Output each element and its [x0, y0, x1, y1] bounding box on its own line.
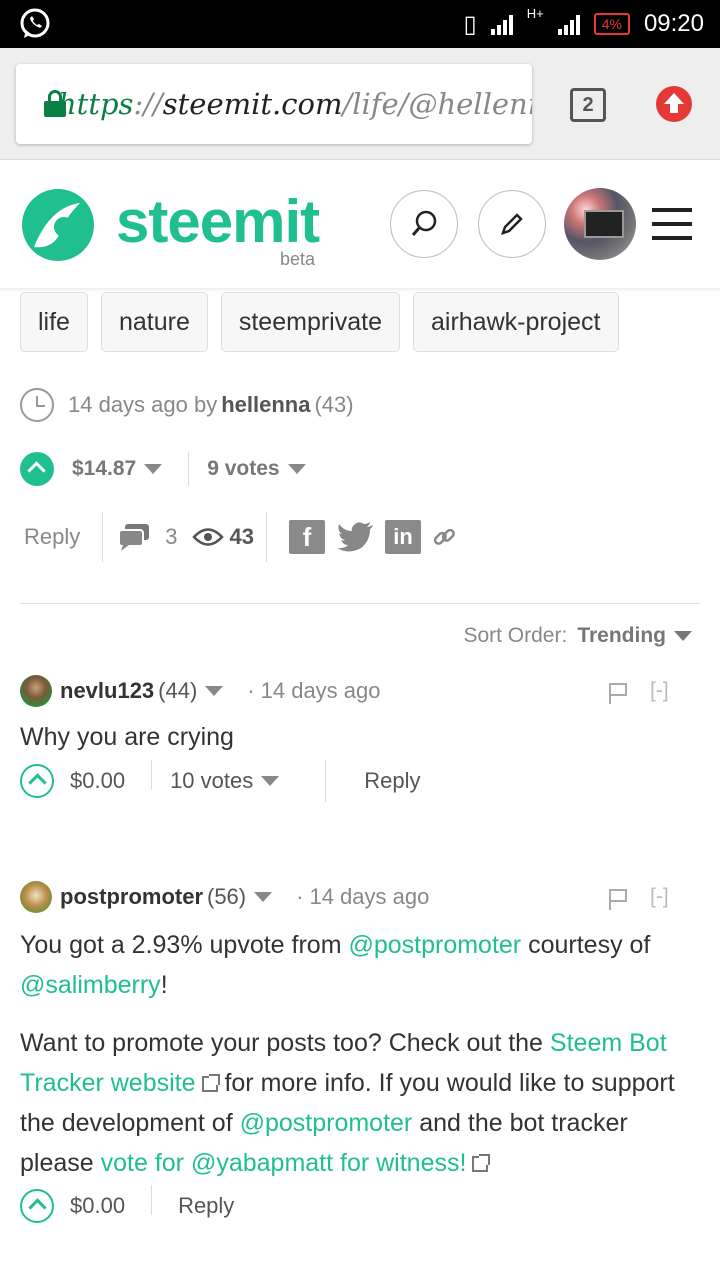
network-type: H+	[526, 6, 544, 21]
post-author[interactable]: hellenna	[221, 392, 310, 418]
post-divider	[20, 603, 700, 604]
votes-dropdown-icon[interactable]	[261, 776, 280, 786]
post-actions: Reply 3 43 f in	[24, 512, 457, 562]
steemit-logo-icon[interactable]	[20, 187, 96, 263]
upvote-icon[interactable]	[20, 1189, 54, 1223]
comment-header: postpromoter (56) · 14 days ago	[20, 881, 429, 913]
comments-icon[interactable]	[117, 522, 151, 552]
signal-icon	[490, 13, 513, 35]
comment-paragraph-2: Want to promote your posts too? Check ou…	[20, 1029, 675, 1177]
collapse-button[interactable]: [-]	[650, 679, 669, 703]
external-link-icon	[472, 1154, 491, 1173]
upload-icon[interactable]	[656, 86, 692, 122]
comment-author[interactable]: nevlu123	[60, 678, 154, 704]
site-header: steemit beta	[0, 161, 720, 288]
address-bar[interactable]: https://steemit.com/life/@hellenn	[16, 64, 532, 144]
flag-icon[interactable]	[608, 682, 628, 704]
upvote-icon[interactable]	[20, 764, 54, 798]
comment-author-rep: (56)	[207, 884, 247, 909]
mention-link[interactable]: @postpromoter	[348, 931, 521, 959]
comment-reply-button[interactable]: Reply	[364, 768, 420, 794]
tag-airhawk-project[interactable]: airhawk-project	[412, 292, 619, 352]
reply-button[interactable]: Reply	[24, 524, 80, 550]
mention-link[interactable]: @postpromoter	[240, 1109, 413, 1137]
whatsapp-icon	[20, 8, 50, 38]
commenter-avatar[interactable]	[20, 675, 52, 707]
witness-vote-link[interactable]: vote for @yabapmatt for witness!	[101, 1149, 467, 1177]
search-button[interactable]	[390, 190, 458, 258]
comment-footer: $0.00 Reply	[20, 1185, 234, 1227]
battery-indicator: 4%	[593, 13, 630, 35]
comment-time-dot: ·	[296, 884, 304, 909]
eye-icon	[191, 528, 224, 546]
user-avatar[interactable]	[564, 188, 636, 260]
sort-value[interactable]: Trending	[577, 624, 666, 648]
twitter-icon[interactable]	[336, 521, 375, 553]
collapse-button[interactable]: [-]	[650, 885, 669, 909]
comment-payout[interactable]: $0.00	[70, 768, 125, 794]
author-dropdown-icon[interactable]	[254, 892, 273, 902]
votes-dropdown-icon[interactable]	[287, 464, 306, 474]
vibrate-icon: ▯	[463, 10, 477, 38]
comment-author[interactable]: postpromoter	[60, 884, 203, 910]
comment-footer: $0.00 10 votes Reply	[20, 760, 420, 802]
comment-count: 3	[165, 524, 178, 549]
author-reputation: (43)	[314, 392, 354, 417]
tag-nature[interactable]: nature	[100, 292, 208, 352]
tab-switcher-button[interactable]: 2	[570, 88, 606, 122]
comment-author-rep: (44)	[158, 678, 198, 703]
beta-label: beta	[280, 249, 316, 269]
external-link-icon	[201, 1074, 220, 1093]
comment-reply-button[interactable]: Reply	[178, 1193, 234, 1219]
flag-icon[interactable]	[608, 888, 628, 910]
comment-payout[interactable]: $0.00	[70, 1193, 125, 1219]
pencil-icon	[501, 213, 523, 235]
comment-header: nevlu123 (44) · 14 days ago	[20, 675, 381, 707]
payout-dropdown-icon[interactable]	[144, 464, 163, 474]
linkedin-icon[interactable]: in	[384, 520, 421, 554]
signal-icon-2	[557, 13, 580, 35]
mention-link[interactable]: @salimberry	[20, 971, 161, 999]
tag-life[interactable]: life	[20, 292, 88, 352]
post-time: 14 days ago by	[68, 392, 218, 417]
sort-dropdown-icon[interactable]	[674, 631, 692, 641]
comment-votes[interactable]: 10 votes	[170, 768, 253, 794]
write-post-button[interactable]	[478, 190, 546, 258]
view-count: 43	[229, 524, 254, 549]
url-text[interactable]: https://steemit.com/life/@hellenn	[58, 87, 532, 121]
link-icon[interactable]	[431, 524, 457, 550]
clock-time: 09:20	[643, 10, 704, 37]
comment-body: Why you are crying	[20, 723, 234, 751]
post-payout[interactable]: $14.87	[72, 457, 136, 481]
comment-time: 14 days ago	[260, 678, 381, 703]
comment-time-dot: ·	[247, 678, 255, 703]
menu-icon[interactable]	[652, 208, 692, 240]
upvote-icon[interactable]	[20, 452, 54, 486]
sort-label: Sort Order:	[463, 624, 568, 647]
post-vote-row: $14.87 9 votes	[20, 452, 306, 486]
comment-time: 14 days ago	[309, 884, 430, 909]
author-dropdown-icon[interactable]	[205, 686, 224, 696]
post-votes[interactable]: 9 votes	[207, 457, 279, 481]
search-icon	[411, 210, 437, 236]
tag-list: life nature steemprivate airhawk-project	[20, 292, 619, 352]
commenter-avatar[interactable]	[20, 881, 52, 913]
post-meta: 14 days ago by hellenna (43)	[20, 388, 354, 422]
clock-icon	[20, 388, 54, 422]
facebook-icon[interactable]: f	[288, 520, 325, 554]
browser-toolbar: https://steemit.com/life/@hellenn 2	[0, 48, 720, 160]
sort-order[interactable]: Sort Order: Trending	[463, 624, 692, 648]
status-bar: ▯ H+ 4% 09:20	[0, 0, 720, 48]
steemit-logo-text[interactable]: steemit	[116, 187, 320, 256]
comment-paragraph-1: You got a 2.93% upvote from @postpromote…	[20, 931, 651, 999]
tag-steemprivate[interactable]: steemprivate	[220, 292, 400, 352]
